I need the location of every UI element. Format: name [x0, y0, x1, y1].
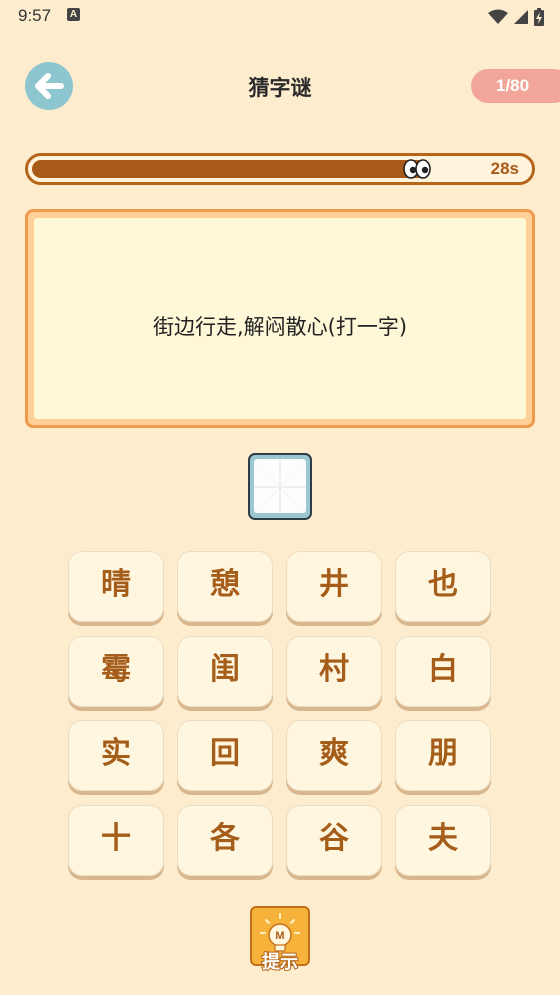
eyes-icon	[403, 159, 431, 179]
notification-icon: A	[67, 8, 80, 21]
char-key-label: 闺	[210, 652, 240, 687]
wifi-icon	[487, 9, 508, 24]
hint-label: 提示	[261, 951, 299, 974]
signal-icon	[513, 9, 528, 24]
char-key[interactable]: 白	[395, 636, 491, 707]
char-key[interactable]: 谷	[286, 805, 382, 876]
status-time: 9:57	[18, 6, 52, 25]
char-key-label: 谷	[319, 821, 349, 856]
char-key-label: 实	[101, 736, 131, 771]
char-key[interactable]: 也	[395, 551, 491, 622]
char-key-label: 村	[319, 652, 349, 687]
level-badge: 1/80	[471, 69, 560, 103]
hint-badge: M	[275, 930, 284, 942]
status-icons	[487, 6, 544, 26]
char-key-label: 白	[428, 652, 458, 687]
char-key[interactable]: 憩	[177, 551, 273, 622]
char-key-label: 夫	[428, 821, 458, 856]
char-key[interactable]: 夫	[395, 805, 491, 876]
char-key-label: 也	[428, 567, 458, 602]
timer-progress-fill	[32, 160, 429, 178]
char-key[interactable]: 实	[68, 720, 164, 791]
char-key-label: 各	[210, 821, 240, 856]
char-key[interactable]: 晴	[68, 551, 164, 622]
char-key-label: 回	[210, 736, 240, 771]
riddle-text: 街边行走,解闷散心(打一字)	[152, 315, 408, 339]
char-key[interactable]: 村	[286, 636, 382, 707]
char-key[interactable]: 十	[68, 805, 164, 876]
timer-bar: 28s	[25, 153, 535, 185]
char-key[interactable]: 霉	[68, 636, 164, 707]
char-key-label: 爽	[319, 736, 349, 771]
timer-remaining: 28s	[490, 159, 519, 178]
char-key[interactable]: 回	[177, 720, 273, 791]
battery-charging-icon	[534, 7, 544, 26]
char-key[interactable]: 闺	[177, 636, 273, 707]
answer-grid	[254, 459, 306, 513]
grid-guide-lines	[254, 459, 306, 513]
answer-slot[interactable]	[248, 453, 312, 520]
char-key-label: 十	[101, 821, 131, 856]
char-key[interactable]: 爽	[286, 720, 382, 791]
char-key-label: 憩	[210, 567, 240, 602]
status-bar: 9:57 A	[0, 0, 560, 32]
riddle-card: 街边行走,解闷散心(打一字)	[25, 209, 535, 428]
char-key[interactable]: 井	[286, 551, 382, 622]
char-key-label: 霉	[101, 652, 131, 687]
char-key-label: 井	[319, 567, 349, 602]
char-key-label: 晴	[101, 567, 131, 602]
char-key-label: 朋	[428, 736, 458, 771]
char-key[interactable]: 朋	[395, 720, 491, 791]
riddle-card-inner: 街边行走,解闷散心(打一字)	[34, 218, 526, 419]
char-key[interactable]: 各	[177, 805, 273, 876]
